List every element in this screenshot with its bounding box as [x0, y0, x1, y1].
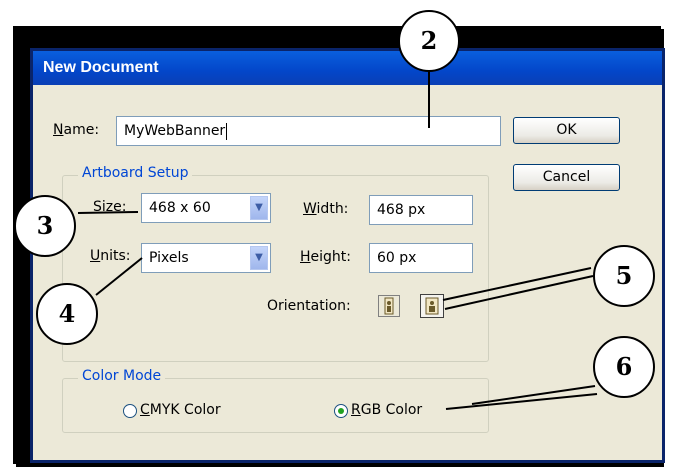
callout-4: 4: [36, 283, 98, 345]
callout-6: 6: [593, 336, 655, 398]
callout-2: 2: [398, 10, 460, 72]
callout-5: 5: [593, 245, 655, 307]
callout-3: 3: [14, 195, 76, 257]
callout-lines: [77, 72, 598, 410]
